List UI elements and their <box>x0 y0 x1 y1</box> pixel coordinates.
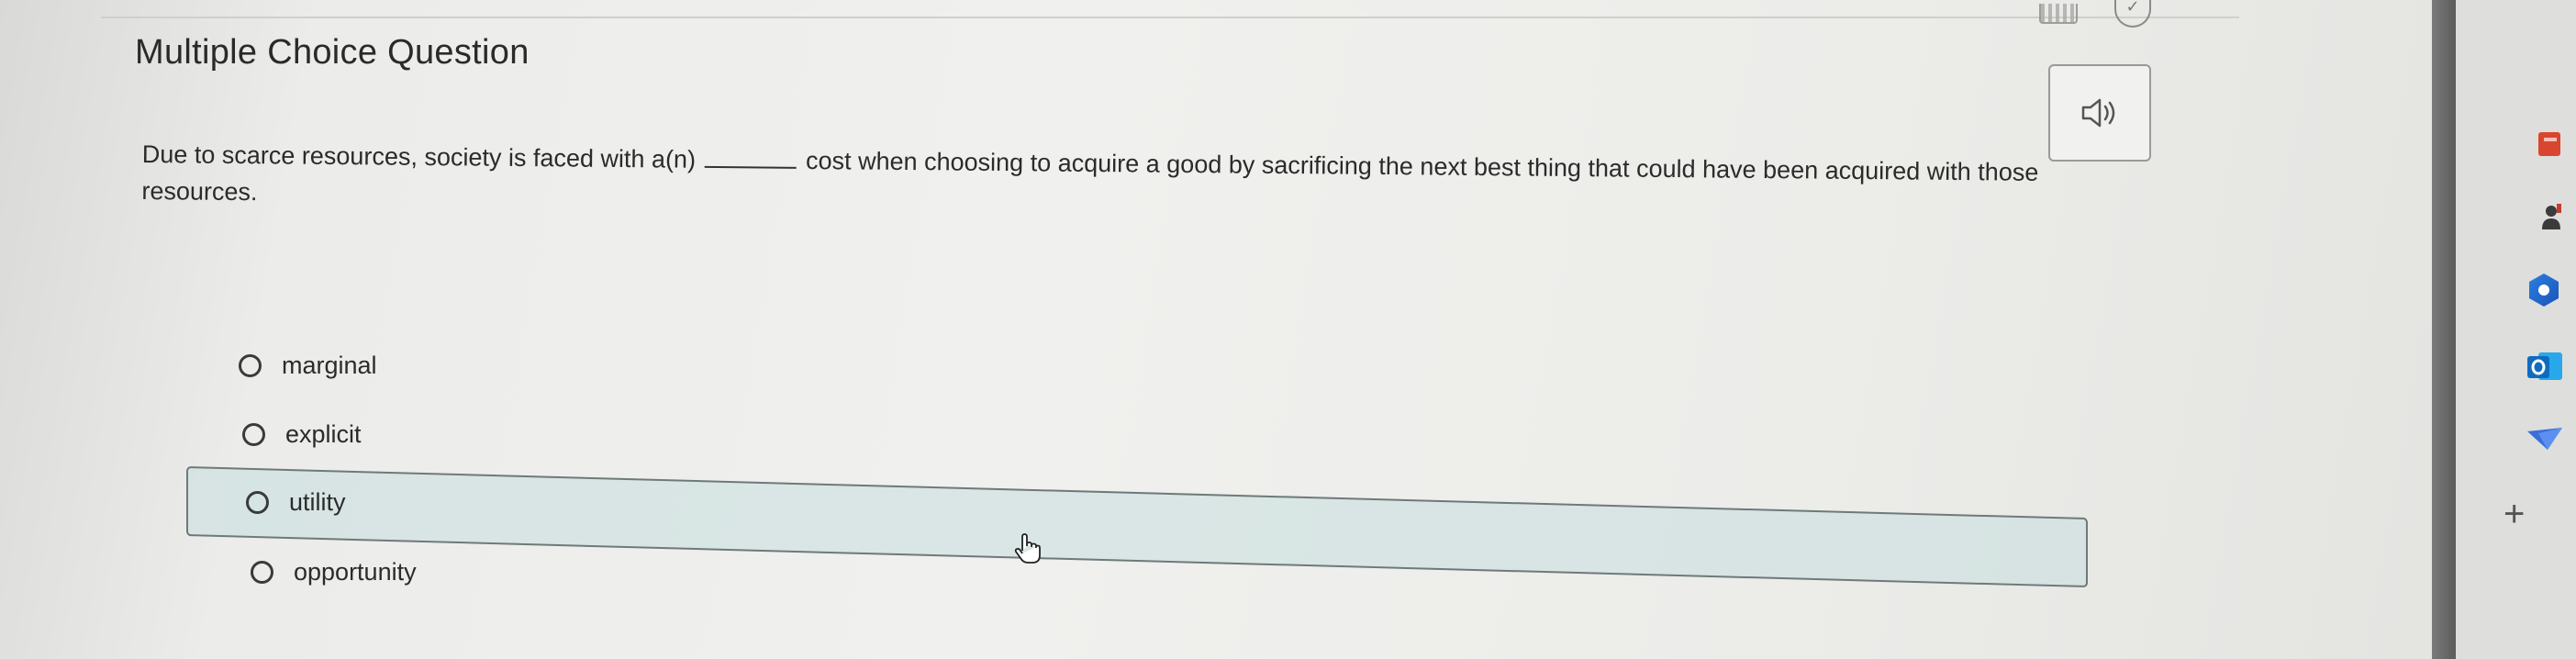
calculator-icon[interactable] <box>2039 4 2078 24</box>
option-marginal[interactable]: marginal <box>239 352 377 380</box>
top-divider <box>101 17 2239 18</box>
app-icon-red[interactable] <box>2526 128 2562 162</box>
radio-button[interactable] <box>251 561 273 584</box>
answer-blank <box>704 149 797 169</box>
option-opportunity[interactable]: opportunity <box>251 558 417 586</box>
question-title: Multiple Choice Question <box>135 33 530 72</box>
app-icon-person[interactable] <box>2526 202 2562 235</box>
speaker-icon <box>2081 98 2115 128</box>
stem-text-before: Due to scarce resources, society is face… <box>141 140 697 173</box>
option-explicit[interactable]: explicit <box>242 420 362 449</box>
radio-button[interactable] <box>242 423 265 446</box>
check-icon[interactable]: ✓ <box>2114 0 2151 28</box>
add-icon[interactable]: + <box>2504 496 2525 532</box>
option-hover-highlight[interactable] <box>186 466 2088 588</box>
option-utility[interactable]: utility <box>246 488 346 517</box>
option-label: explicit <box>285 420 362 448</box>
hand-cursor-icon <box>1014 533 1041 564</box>
radio-button[interactable] <box>246 491 269 514</box>
option-label: utility <box>289 488 346 516</box>
copilot-icon[interactable] <box>2526 272 2562 308</box>
option-label: opportunity <box>294 558 417 586</box>
question-page: ✓ Multiple Choice Question Due to scarce… <box>0 0 2576 659</box>
option-label: marginal <box>282 352 377 379</box>
top-toolbar: ✓ <box>2039 0 2151 28</box>
question-stem: Due to scarce resources, society is face… <box>141 136 2161 229</box>
window-edge <box>2432 0 2456 659</box>
send-icon[interactable] <box>2526 424 2564 453</box>
browser-sidebar <box>2456 0 2576 659</box>
outlook-icon[interactable] <box>2526 349 2564 385</box>
radio-button[interactable] <box>239 354 262 377</box>
read-aloud-button[interactable] <box>2048 64 2151 162</box>
